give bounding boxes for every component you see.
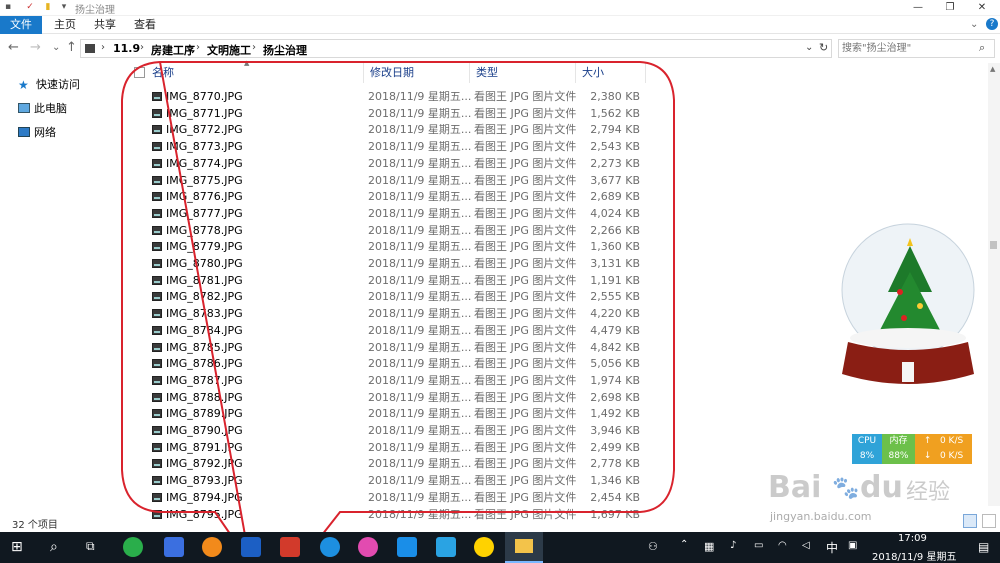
- volume-icon[interactable]: ◁: [802, 540, 810, 551]
- image-viewer-icon[interactable]: [358, 537, 378, 557]
- start-windows-icon[interactable]: ⊞: [11, 540, 25, 554]
- people-icon[interactable]: ⚇: [648, 540, 658, 553]
- qq-icon[interactable]: [474, 537, 494, 557]
- clock-time[interactable]: 17:09: [898, 533, 927, 544]
- ime-indicator[interactable]: 中: [826, 539, 838, 556]
- folder-icon: [515, 539, 533, 553]
- search-icon[interactable]: ⌕: [50, 539, 58, 555]
- grid-tray-icon[interactable]: ▦: [704, 540, 714, 553]
- red-annotation-outline: [121, 60, 675, 563]
- calendar-icon[interactable]: [241, 537, 261, 557]
- wifi-icon[interactable]: ◠: [778, 540, 787, 551]
- task-view-icon[interactable]: ⧉: [86, 539, 95, 554]
- internet-explorer-icon[interactable]: [320, 537, 340, 557]
- battery-icon[interactable]: ▭: [754, 540, 763, 551]
- taskbar: ⊞ ⌕ ⧉ ⚇ ⌃ ▦ ♪ ▭ ◠ ◁ 中 ▣ 17:09 2018/11/9 …: [0, 532, 1000, 563]
- headphones-app-icon[interactable]: [397, 537, 417, 557]
- wechat-icon[interactable]: [123, 537, 143, 557]
- notification-app-icon[interactable]: ▣: [848, 540, 857, 551]
- stock-app-icon[interactable]: [436, 537, 456, 557]
- it-app-icon[interactable]: [280, 537, 300, 557]
- browser-icon[interactable]: [202, 537, 222, 557]
- action-center-icon[interactable]: ▤: [978, 540, 989, 554]
- dingtalk-icon[interactable]: [164, 537, 184, 557]
- tray-app-icon[interactable]: ♪: [730, 540, 736, 551]
- file-explorer-taskbar-button[interactable]: [505, 532, 543, 563]
- clock-date[interactable]: 2018/11/9 星期五: [872, 548, 956, 563]
- show-hidden-icons-icon[interactable]: ⌃: [680, 539, 688, 550]
